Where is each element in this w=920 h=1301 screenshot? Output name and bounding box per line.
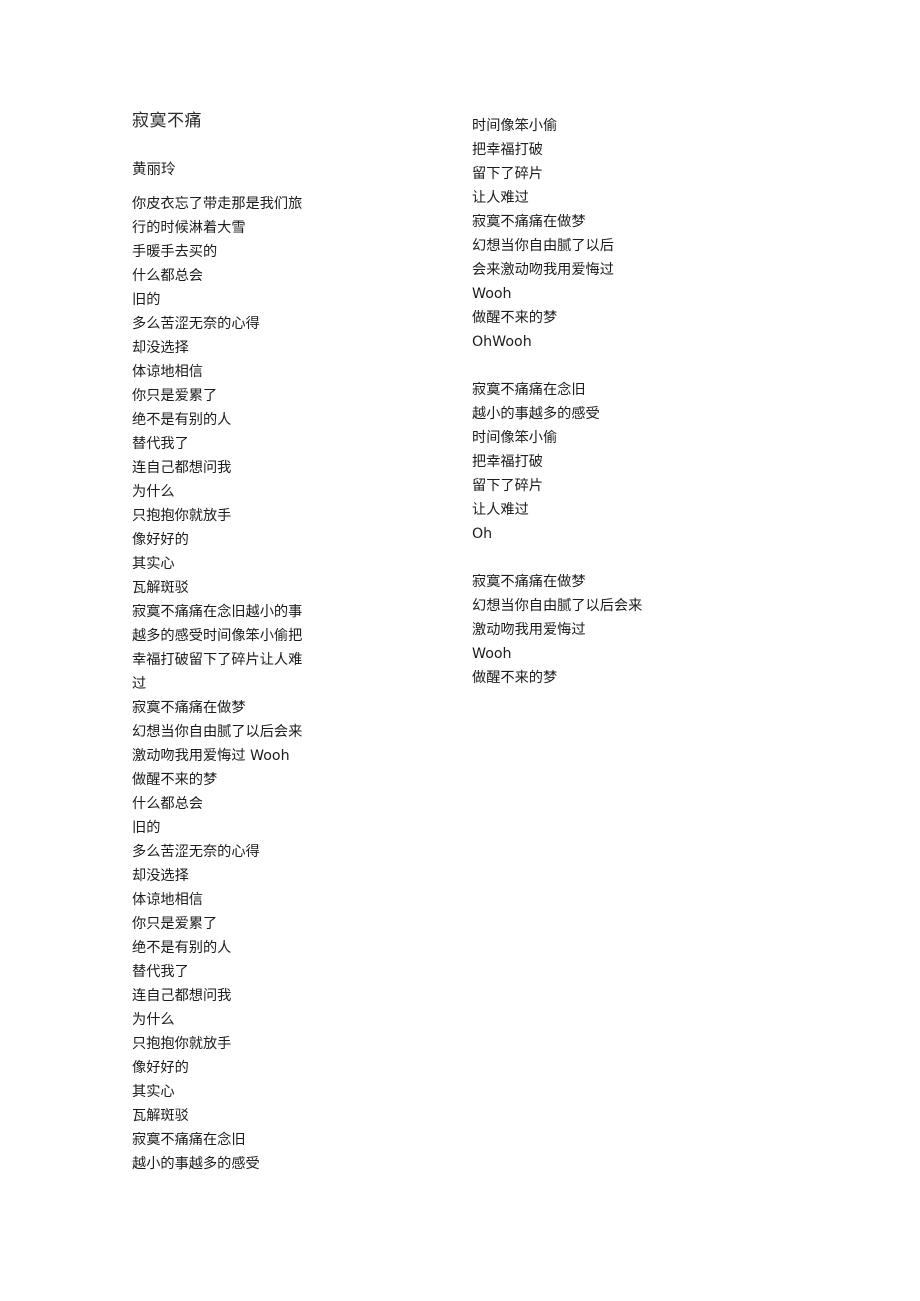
lyric-line: 越小的事越多的感受 bbox=[472, 406, 600, 422]
lyric-line: 多么苦涩无奈的心得 bbox=[132, 844, 260, 860]
lyric-line: 激动吻我用爱悔过 bbox=[472, 622, 586, 638]
lyric-line: 旧的 bbox=[132, 820, 161, 836]
lyric-line: 其实心 bbox=[132, 556, 175, 572]
lyric-line: 幻想当你自由腻了以后会来 bbox=[132, 724, 303, 740]
lyric-line: 为什么 bbox=[132, 484, 175, 500]
artist-name: 黄丽玲 bbox=[132, 162, 176, 178]
lyric-line: 手暖手去买的 bbox=[132, 244, 218, 260]
lyric-line: 却没选择 bbox=[132, 868, 189, 884]
lyric-line: 把幸福打破 bbox=[472, 142, 543, 158]
lyric-line: 只抱抱你就放手 bbox=[132, 1036, 232, 1052]
lyric-line: 像好好的 bbox=[132, 1060, 189, 1076]
lyric-line: 连自己都想问我 bbox=[132, 460, 232, 476]
lyric-line: 幻想当你自由腻了以后 bbox=[472, 238, 614, 254]
lyric-line: 多么苦涩无奈的心得 bbox=[132, 316, 260, 332]
lyric-line: 留下了碎片 bbox=[472, 166, 543, 182]
lyric-line: 寂寞不痛痛在念旧 bbox=[132, 1132, 246, 1148]
lyric-line: OhWooh bbox=[472, 334, 532, 350]
lyric-line: 体谅地相信 bbox=[132, 892, 203, 908]
lyric-line: 时间像笨小偷 bbox=[472, 430, 558, 446]
lyric-line: 寂寞不痛痛在做梦 bbox=[472, 214, 586, 230]
lyrics-column-right: 时间像笨小偷 把幸福打破 留下了碎片 让人难过 寂寞不痛痛在做梦 幻想当你自由腻了以后 会来… bbox=[472, 114, 672, 690]
lyric-line: 寂寞不痛痛在念旧越小的事越多的感受时间像笨小偷把幸福打破留下了碎片让人难过 bbox=[132, 604, 303, 692]
document-page: 寂寞不痛 黄丽玲 你皮衣忘了带走那是我们旅行的时候淋着大雪手暖手去买的 什么都总会… bbox=[0, 0, 920, 1301]
lyric-line: 寂寞不痛痛在做梦 bbox=[472, 574, 586, 590]
lyric-line: Wooh bbox=[472, 286, 512, 302]
lyric-stanza-break bbox=[472, 354, 672, 378]
lyric-line: 你皮衣忘了带走那是我们旅行的时候淋着大雪 bbox=[132, 196, 303, 236]
lyric-line: 只抱抱你就放手 bbox=[132, 508, 232, 524]
lyric-line: Oh bbox=[472, 526, 493, 542]
lyric-line: 却没选择 bbox=[132, 340, 189, 356]
lyric-line: 把幸福打破 bbox=[472, 454, 543, 470]
lyric-line: 让人难过 bbox=[472, 502, 529, 518]
lyric-line: 像好好的 bbox=[132, 532, 189, 548]
lyric-line: 你只是爱累了 bbox=[132, 916, 218, 932]
lyric-line: 做醒不来的梦 bbox=[472, 310, 558, 326]
lyric-line: 做醒不来的梦 bbox=[132, 772, 218, 788]
lyrics-column-left: 你皮衣忘了带走那是我们旅行的时候淋着大雪 手暖手去买的 什么都总会 旧的 多么苦涩无奈的… bbox=[132, 192, 308, 1176]
lyric-line: 绝不是有别的人 bbox=[132, 412, 232, 428]
lyric-line: 其实心 bbox=[132, 1084, 175, 1100]
lyric-line: 寂寞不痛痛在念旧 bbox=[472, 382, 586, 398]
lyric-line: 旧的 bbox=[132, 292, 161, 308]
lyric-line: 什么都总会 bbox=[132, 796, 203, 812]
lyric-line: 瓦解斑驳 bbox=[132, 580, 189, 596]
lyric-line: 会来激动吻我用爱悔过 bbox=[472, 262, 614, 278]
lyric-line: 你只是爱累了 bbox=[132, 388, 218, 404]
lyric-line: 时间像笨小偷 bbox=[472, 118, 558, 134]
lyric-line: 激动吻我用爱悔过 Wooh bbox=[132, 748, 290, 764]
lyric-line: 让人难过 bbox=[472, 190, 529, 206]
lyric-line: 绝不是有别的人 bbox=[132, 940, 232, 956]
lyric-line: 幻想当你自由腻了以后会来 bbox=[472, 598, 643, 614]
lyric-line: 替代我了 bbox=[132, 964, 189, 980]
lyric-line: Wooh bbox=[472, 646, 512, 662]
lyric-line: 什么都总会 bbox=[132, 268, 203, 284]
lyric-stanza-break bbox=[472, 546, 672, 570]
lyric-line: 留下了碎片 bbox=[472, 478, 543, 494]
lyric-line: 瓦解斑驳 bbox=[132, 1108, 189, 1124]
lyric-line: 连自己都想问我 bbox=[132, 988, 232, 1004]
lyric-line: 寂寞不痛痛在做梦 bbox=[132, 700, 246, 716]
lyric-line: 为什么 bbox=[132, 1012, 175, 1028]
lyric-line: 体谅地相信 bbox=[132, 364, 203, 380]
lyric-line: 做醒不来的梦 bbox=[472, 670, 558, 686]
lyric-line: 替代我了 bbox=[132, 436, 189, 452]
lyric-line: 越小的事越多的感受 bbox=[132, 1156, 260, 1172]
page-title: 寂寞不痛 bbox=[132, 111, 202, 131]
